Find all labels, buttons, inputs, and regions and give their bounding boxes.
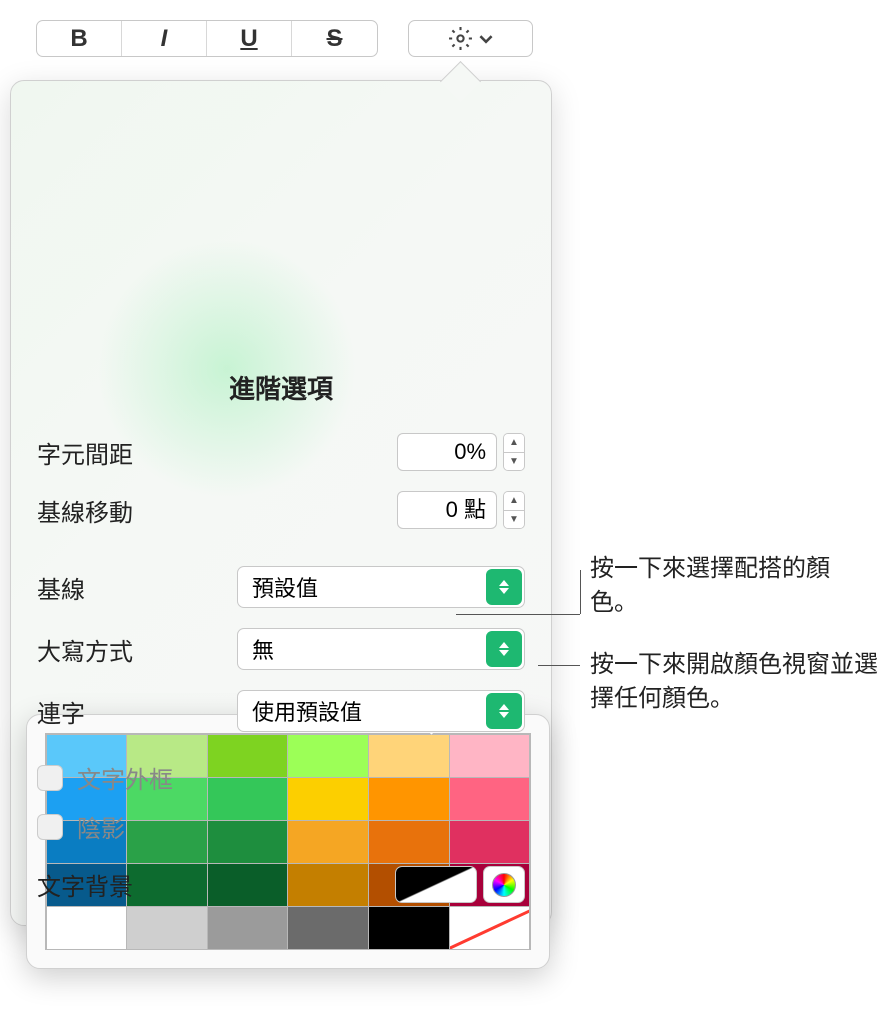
color-swatch[interactable] [207, 906, 289, 950]
color-swatch[interactable] [449, 906, 531, 950]
bold-button[interactable]: B [37, 21, 122, 56]
char-spacing-stepper-buttons[interactable]: ▲ ▼ [503, 433, 525, 471]
shadow-checkbox[interactable] [37, 814, 63, 840]
ligature-label: 連字 [37, 694, 237, 729]
char-spacing-value[interactable]: 0% [397, 433, 497, 471]
strikethrough-button[interactable]: S [292, 21, 377, 56]
select-caret-icon [486, 631, 522, 667]
baseline-shift-label: 基線移動 [37, 493, 397, 528]
format-toolbar: B I U S [0, 0, 560, 57]
color-swatch[interactable] [287, 906, 369, 950]
italic-button[interactable]: I [122, 21, 207, 56]
outline-checkbox[interactable] [37, 765, 63, 791]
baseline-shift-value[interactable]: 0 點 [397, 491, 497, 529]
style-button-group: B I U S [36, 20, 378, 57]
capitalize-label: 大寫方式 [37, 632, 237, 667]
stepper-down-icon[interactable]: ▼ [504, 453, 524, 471]
ligature-select[interactable]: 使用預設值 [237, 690, 525, 732]
baseline-select-value: 預設值 [252, 571, 318, 603]
capitalize-select-value: 無 [252, 633, 274, 665]
char-spacing-label: 字元間距 [37, 435, 397, 470]
textbg-label: 文字背景 [37, 867, 395, 902]
char-spacing-stepper[interactable]: 0% ▲ ▼ [397, 433, 525, 471]
advanced-options-button[interactable] [408, 20, 533, 57]
color-swatch[interactable] [46, 906, 128, 950]
stepper-up-icon[interactable]: ▲ [504, 434, 524, 453]
colorwheel-button[interactable] [483, 866, 525, 903]
callout-colorwheel: 按一下來開啟顏色視窗並選擇任何顏色。 [590, 648, 890, 715]
baseline-select[interactable]: 預設值 [237, 566, 525, 608]
colorwheel-icon [492, 873, 516, 897]
ligature-select-value: 使用預設值 [252, 695, 362, 727]
baseline-label: 基線 [37, 570, 237, 605]
color-swatch[interactable] [368, 906, 450, 950]
capitalize-select[interactable]: 無 [237, 628, 525, 670]
baseline-shift-stepper-buttons[interactable]: ▲ ▼ [503, 491, 525, 529]
chevron-down-icon [479, 32, 493, 46]
gear-icon [448, 26, 473, 51]
callout-colorwell: 按一下來選擇配搭的顏色。 [590, 552, 840, 619]
baseline-shift-stepper[interactable]: 0 點 ▲ ▼ [397, 491, 525, 529]
select-caret-icon [486, 569, 522, 605]
outline-label: 文字外框 [77, 760, 173, 795]
stepper-up-icon[interactable]: ▲ [504, 492, 524, 511]
callout-line [538, 665, 580, 666]
callout-line [580, 570, 581, 614]
stepper-down-icon[interactable]: ▼ [504, 511, 524, 529]
shadow-label: 陰影 [77, 809, 125, 844]
select-caret-icon [486, 693, 522, 729]
callout-line [456, 614, 580, 615]
textbg-colorwell[interactable] [395, 866, 477, 903]
underline-button[interactable]: U [207, 21, 292, 56]
color-swatch[interactable] [126, 906, 208, 950]
colorwell-swatch [395, 866, 477, 903]
popover-title: 進階選項 [37, 369, 525, 406]
